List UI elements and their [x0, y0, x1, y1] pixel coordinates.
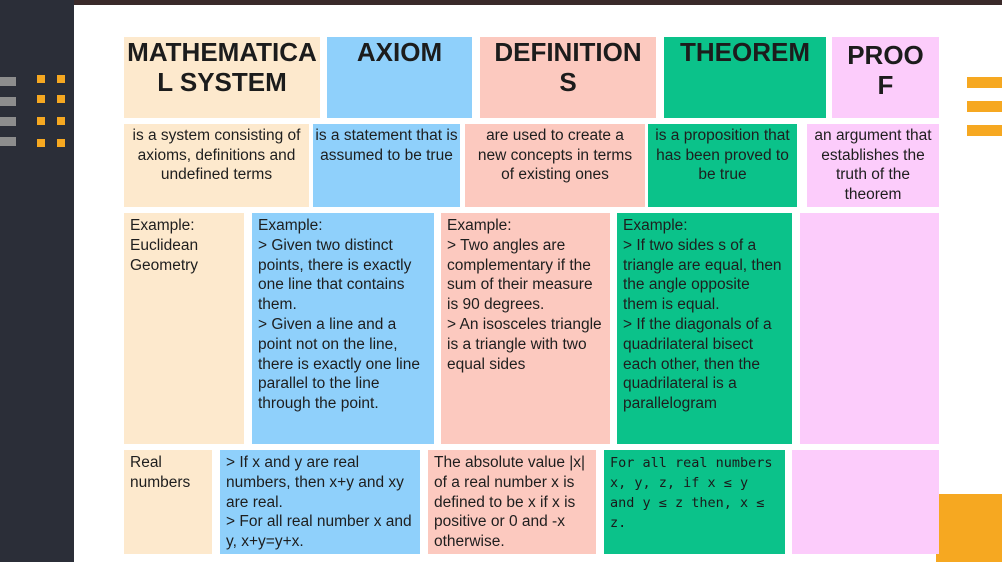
orange-dot-decor [37, 139, 45, 147]
header-proof: PROO F [832, 37, 939, 118]
orange-dot-decor [57, 75, 65, 83]
example-proof [800, 213, 939, 444]
definition-definitions: are used to create a new concepts in ter… [465, 124, 645, 207]
example-theorem: Example: > If two sides s of a triangle … [617, 213, 792, 444]
definition-axiom: is a statement that is assumed to be tru… [313, 124, 460, 207]
example2-proof [792, 450, 939, 554]
definition-proof: an argument that establishes the truth o… [807, 124, 939, 207]
definition-theorem: is a proposition that has been proved to… [648, 124, 797, 207]
example2-mathematical-system: Real numbers [124, 450, 212, 554]
grey-square-decor [0, 97, 16, 106]
orange-corner-decor [936, 494, 1002, 562]
header-definitions: DEFINITION S [480, 37, 656, 118]
grey-square-decor [0, 117, 16, 126]
example-definitions: Example: > Two angles are complementary … [441, 213, 610, 444]
example2-definitions: The absolute value |x| of a real number … [428, 450, 596, 554]
header-theorem: THEOREM [664, 37, 826, 118]
example2-axiom: > If x and y are real numbers, then x+y … [220, 450, 420, 554]
orange-dot-decor [37, 95, 45, 103]
definition-mathematical-system: is a system consisting of axioms, defini… [124, 124, 309, 207]
orange-dot-decor [37, 75, 45, 83]
left-decor-bar [0, 0, 74, 562]
example-axiom: Example: > Given two distinct points, th… [252, 213, 434, 444]
orange-bar-decor [967, 77, 1002, 88]
orange-dot-decor [57, 95, 65, 103]
orange-bar-decor [967, 125, 1002, 136]
grey-square-decor [0, 137, 16, 146]
example-mathematical-system: Example: Euclidean Geometry [124, 213, 244, 444]
orange-dot-decor [37, 117, 45, 125]
orange-dot-decor [57, 117, 65, 125]
grey-square-decor [0, 77, 16, 86]
header-mathematical-system: MATHEMATICA L SYSTEM [124, 37, 320, 118]
header-axiom: AXIOM [327, 37, 472, 118]
example2-theorem: For all real numbers x, y, z, if x ≤ y a… [604, 450, 785, 554]
orange-bar-decor [967, 101, 1002, 112]
orange-dot-decor [57, 139, 65, 147]
